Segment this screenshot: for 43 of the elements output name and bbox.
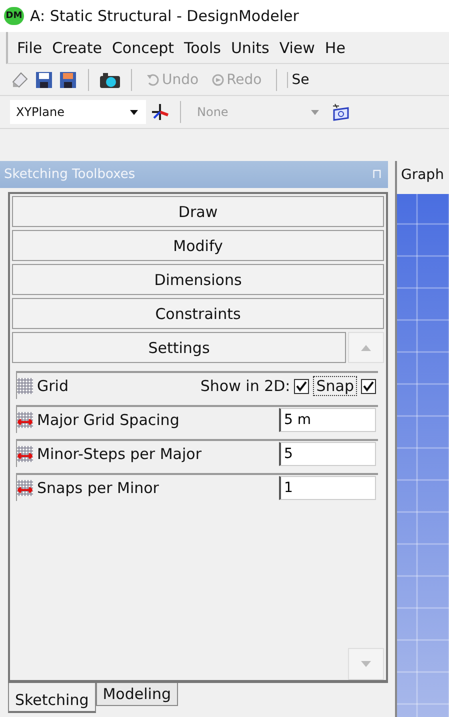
menu-item[interactable]: Units — [226, 36, 274, 58]
input-field[interactable]: 1 — [279, 476, 376, 500]
setting-label: Snap — [313, 376, 357, 396]
toolbox-header[interactable]: Modify — [12, 230, 384, 261]
input-field[interactable]: 5 m — [279, 408, 376, 432]
grid-arrow-icon — [17, 446, 33, 462]
graphics-tab[interactable]: Graph — [401, 166, 444, 182]
panel-tab[interactable]: Modeling — [96, 683, 178, 706]
toolbox-header[interactable]: Dimensions — [12, 264, 384, 295]
redo-icon — [210, 72, 225, 86]
checkbox[interactable] — [361, 378, 376, 394]
grid-arrow-icon — [17, 480, 33, 496]
undo-icon — [146, 72, 160, 86]
checkbox[interactable] — [294, 378, 310, 394]
save-icon[interactable] — [34, 70, 54, 90]
save-as-icon[interactable] — [58, 70, 78, 90]
menu-item[interactable]: File — [12, 36, 48, 58]
menu-item[interactable]: Concept — [106, 36, 179, 58]
axes-icon[interactable] — [150, 102, 170, 122]
app-logo: DM — [4, 7, 24, 25]
menu-item[interactable]: He — [320, 36, 350, 58]
setting-label: Snaps per Minor — [37, 479, 160, 497]
menu-item[interactable]: View — [274, 36, 320, 58]
panel-tab[interactable]: Sketching — [8, 683, 96, 713]
graphics-viewport[interactable] — [397, 194, 449, 717]
input-field[interactable]: 5 — [279, 442, 376, 466]
toolbox-header[interactable]: Constraints — [12, 298, 384, 329]
sketch-plane-icon[interactable] — [331, 102, 351, 122]
dropdown-arrow-icon[interactable] — [130, 110, 138, 114]
panel-title: Sketching Toolboxes — [4, 167, 136, 182]
toolbox-header[interactable]: Settings — [12, 332, 346, 363]
plane-dropdown[interactable]: XYPlane — [10, 100, 146, 124]
menu-item[interactable]: Create — [47, 36, 107, 58]
window-title: A: Static Structural - DesignModeler — [30, 7, 299, 25]
setting-label: Grid — [37, 377, 70, 395]
setting-label: Show in 2D: — [200, 377, 290, 395]
toolbox-header[interactable]: Draw — [12, 196, 384, 227]
toolbar-label[interactable]: Se — [286, 72, 310, 88]
setting-label: Minor-Steps per Major — [37, 445, 202, 463]
setting-label: Major Grid Spacing — [37, 411, 180, 429]
menu-item[interactable]: Tools — [179, 36, 226, 58]
grid-icon — [17, 378, 33, 394]
grid-arrow-icon — [17, 412, 33, 428]
